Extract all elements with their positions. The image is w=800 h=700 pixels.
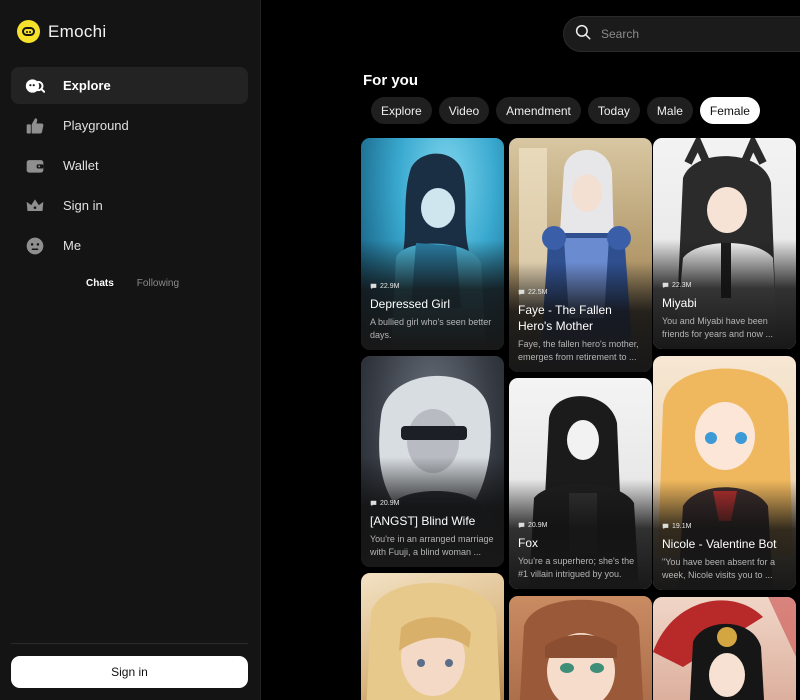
filter-chip-explore[interactable]: Explore: [371, 97, 432, 124]
sidebar-item-explore[interactable]: Explore: [11, 67, 248, 104]
sidebar-item-label: Explore: [63, 78, 111, 93]
character-card[interactable]: 22.5M Faye - The Fallen Hero's Mother Fa…: [509, 138, 652, 372]
chat-bubble-icon: [518, 522, 525, 529]
filter-chip-today[interactable]: Today: [587, 97, 640, 124]
brand-name: Emochi: [48, 21, 107, 41]
search-input[interactable]: [601, 27, 751, 41]
sidebar-item-playground[interactable]: Playground: [11, 107, 248, 144]
emochi-logo-icon: [17, 20, 40, 43]
thumbs-up-icon: [24, 115, 46, 137]
chat-count-value: 22.5M: [528, 289, 548, 296]
character-card[interactable]: 20.9M Fox You're a superhero; she's the …: [509, 378, 652, 589]
character-description: You're in an arranged marriage with Fuuj…: [370, 534, 494, 557]
chat-bubble-icon: [518, 289, 525, 296]
sidebar-item-wallet[interactable]: Wallet: [11, 147, 248, 184]
character-description: A bullied girl who's seen better days.: [370, 317, 492, 340]
character-card[interactable]: 20.9M [ANGST] Blind Wife You're in an ar…: [361, 356, 504, 567]
explore-icon: [24, 75, 46, 97]
chat-count: 19.1M: [662, 523, 789, 530]
chat-bubble-icon: [662, 282, 669, 289]
sidebar-divider: [11, 643, 248, 644]
filter-chip-amendment[interactable]: Amendment: [496, 97, 581, 124]
chat-count-value: 20.9M: [528, 522, 548, 529]
search-icon: [574, 23, 592, 46]
chat-count-value: 22.9M: [380, 283, 400, 290]
chat-count: 22.3M: [662, 282, 789, 289]
chat-bubble-icon: [370, 500, 377, 507]
character-description: You and Miyabi have been friends for yea…: [662, 316, 774, 339]
character-image: [509, 596, 652, 700]
character-description: You're a superhero; she's the #1 villain…: [518, 556, 635, 579]
character-card[interactable]: 22.9M Depressed Girl A bullied girl who'…: [361, 138, 504, 350]
filter-chip-video[interactable]: Video: [438, 97, 490, 124]
sidebar-item-label: Me: [63, 238, 82, 253]
character-name: Nicole - Valentine Bot: [662, 537, 777, 551]
tab-following[interactable]: Following: [137, 278, 179, 289]
sidebar-item-sign-in[interactable]: Sign in: [11, 187, 248, 224]
filter-chip-female[interactable]: Female: [699, 97, 760, 124]
chat-subtabs: Chats Following: [86, 278, 179, 289]
sidebar-item-label: Playground: [63, 118, 129, 133]
sidebar-nav: Explore Playground Wallet Sign in Me: [11, 67, 248, 267]
chat-count-value: 22.3M: [672, 282, 692, 289]
chat-count: 20.9M: [518, 522, 645, 529]
sign-in-button[interactable]: Sign in: [11, 656, 248, 688]
crown-icon: [24, 195, 46, 217]
character-name: Miyabi: [662, 296, 697, 310]
character-card[interactable]: [509, 596, 652, 700]
filter-chips: Explore Video Amendment Today Male Femal…: [371, 97, 760, 124]
chat-count: 22.5M: [518, 289, 645, 296]
character-image: [653, 597, 796, 700]
search-bar[interactable]: [563, 16, 800, 52]
character-name: Faye - The Fallen Hero's Mother: [518, 303, 612, 333]
character-name: [ANGST] Blind Wife: [370, 514, 476, 528]
tab-chats[interactable]: Chats: [86, 278, 114, 289]
chat-bubble-icon: [662, 523, 669, 530]
chat-count: 20.9M: [370, 500, 497, 507]
character-image: [361, 573, 504, 700]
sidebar-item-me[interactable]: Me: [11, 227, 248, 264]
sidebar-item-label: Wallet: [63, 158, 99, 173]
filter-chip-male[interactable]: Male: [646, 97, 693, 124]
sidebar: Emochi Explore Playground Wallet Sign in: [0, 0, 261, 700]
sidebar-item-label: Sign in: [63, 198, 103, 213]
wallet-icon: [24, 155, 46, 177]
face-icon: [24, 235, 46, 257]
character-name: Depressed Girl: [370, 297, 451, 311]
chat-count-value: 19.1M: [672, 523, 692, 530]
chat-count: 22.9M: [370, 283, 497, 290]
chat-bubble-icon: [370, 283, 377, 290]
section-title: For you: [363, 72, 418, 89]
character-card[interactable]: [361, 573, 504, 700]
character-description: "You have been absent for a week, Nicole…: [662, 557, 775, 580]
brand[interactable]: Emochi: [17, 20, 107, 43]
character-name: Fox: [518, 536, 539, 550]
chat-count-value: 20.9M: [380, 500, 400, 507]
character-description: Faye, the fallen hero's mother, emerges …: [518, 339, 639, 362]
character-card[interactable]: [653, 597, 796, 700]
character-card[interactable]: 22.3M Miyabi You and Miyabi have been fr…: [653, 138, 796, 349]
character-card[interactable]: 19.1M Nicole - Valentine Bot "You have b…: [653, 356, 796, 590]
